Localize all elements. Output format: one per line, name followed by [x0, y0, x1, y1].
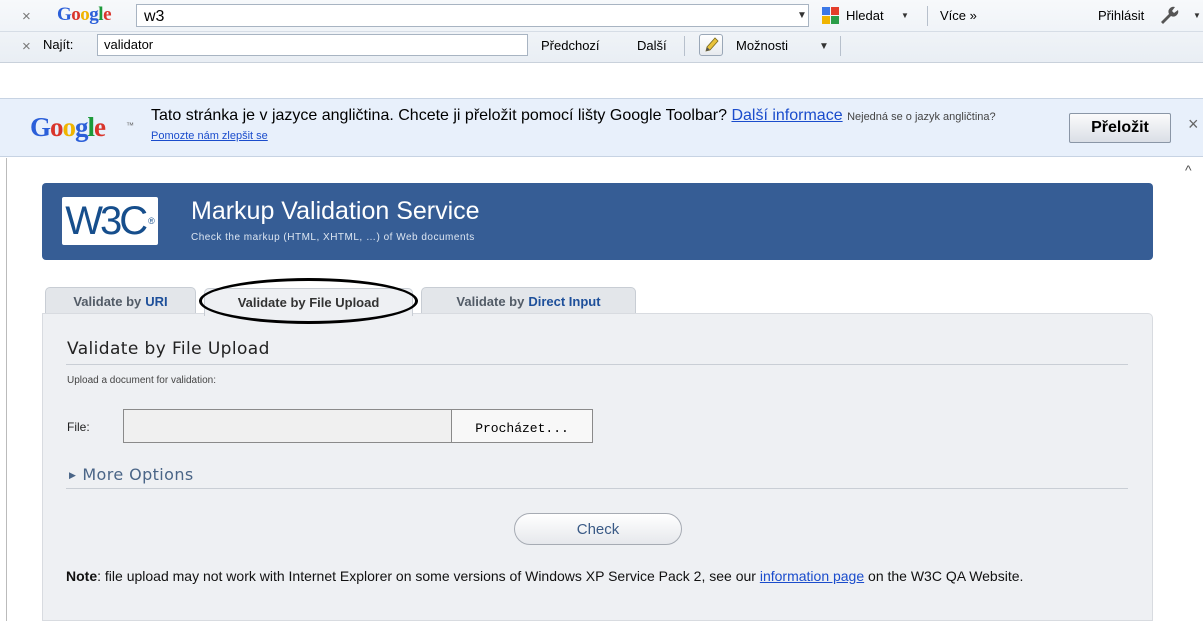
toolbar-separator: [684, 36, 685, 56]
tab-prefix: Validate by: [73, 293, 142, 309]
more-info-link[interactable]: Další informace: [731, 107, 842, 124]
expand-triangle-icon: ▶: [69, 471, 77, 481]
toolbar-close-icon[interactable]: ×: [22, 8, 31, 25]
note-text: : file upload may not work with Internet…: [97, 568, 760, 584]
find-previous-button[interactable]: Předchozí: [541, 38, 600, 53]
wrench-icon[interactable]: [1158, 5, 1180, 30]
search-dropdown-arrow-icon[interactable]: ▼: [797, 10, 807, 21]
options-divider: [66, 488, 1128, 489]
w3c-header-banner: W3C ® Markup Validation Service Check the…: [42, 183, 1153, 260]
more-button[interactable]: Více »: [940, 8, 977, 23]
panel-divider: [66, 364, 1128, 365]
google-toolbar-logo[interactable]: Google: [57, 4, 111, 26]
tab-validate-by-direct-input[interactable]: Validate by Direct Input: [421, 287, 636, 314]
search-button[interactable]: Hledat: [846, 8, 884, 23]
translate-bar: Google ™ Tato stránka je v jazyce anglič…: [0, 98, 1203, 157]
google-logo: Google: [30, 112, 106, 142]
more-options-label: More Options: [82, 465, 194, 484]
w3c-logo[interactable]: W3C ®: [62, 197, 158, 245]
note-label: Note: [66, 568, 98, 584]
find-options-button[interactable]: Možnosti: [736, 38, 788, 53]
toolbar-separator: [927, 6, 928, 26]
service-title[interactable]: Markup Validation Service: [191, 197, 480, 226]
options-dropdown-icon[interactable]: ▼: [819, 41, 829, 52]
upload-warning-note: Note: file upload may not work with Inte…: [66, 566, 1136, 586]
tab-label: URI: [145, 293, 168, 309]
information-page-link[interactable]: information page: [760, 568, 864, 584]
file-path-input[interactable]: [123, 409, 451, 443]
search-button-dropdown-icon[interactable]: ▼: [901, 11, 909, 20]
tab-validate-by-uri[interactable]: Validate by URI: [45, 287, 196, 314]
tab-prefix: Validate by: [456, 293, 525, 309]
check-button[interactable]: Check: [514, 513, 682, 545]
more-options-toggle[interactable]: ▶ More Options: [69, 465, 194, 484]
hand-drawn-circle-annotation: [199, 278, 418, 324]
page-left-border: [6, 158, 7, 621]
search-engine-icon: [822, 7, 839, 24]
find-input[interactable]: validator: [97, 34, 528, 56]
translate-button[interactable]: Přeložit: [1069, 113, 1171, 143]
toolbar-search-input[interactable]: w3: [136, 4, 809, 27]
service-subtitle: Check the markup (HTML, XHTML, …) of Web…: [191, 232, 475, 243]
upload-description: Upload a document for validation:: [67, 375, 216, 386]
find-label: Najít:: [43, 37, 74, 52]
translate-message-text: Tato stránka je v jazyce angličtina. Chc…: [151, 107, 727, 124]
browse-button[interactable]: Procházet...: [451, 409, 593, 443]
toolbar-separator: [840, 36, 841, 56]
scroll-up-icon[interactable]: ^: [1185, 162, 1192, 178]
trademark-symbol: ™: [126, 121, 134, 130]
translate-close-icon[interactable]: ×: [1188, 114, 1199, 135]
translate-message: Tato stránka je v jazyce angličtina. Chc…: [151, 107, 1031, 145]
tab-label: Direct Input: [528, 293, 601, 309]
registered-mark: ®: [148, 216, 155, 226]
signin-button[interactable]: Přihlásit: [1098, 8, 1144, 23]
panel-title: Validate by File Upload: [67, 339, 270, 359]
find-close-icon[interactable]: ×: [22, 38, 31, 55]
w3c-logo-text: W3C: [65, 198, 148, 243]
wrench-dropdown-icon[interactable]: ▼: [1193, 11, 1201, 20]
not-english-text: Nejedná se o jazyk angličtina?: [847, 111, 996, 123]
find-next-button[interactable]: Další: [637, 38, 667, 53]
help-improve-link[interactable]: Pomozte nám zlepšit se: [151, 130, 268, 142]
highlight-pencil-icon[interactable]: [699, 34, 723, 56]
note-end-text: on the W3C QA Website.: [864, 568, 1024, 584]
file-label: File:: [67, 420, 90, 434]
